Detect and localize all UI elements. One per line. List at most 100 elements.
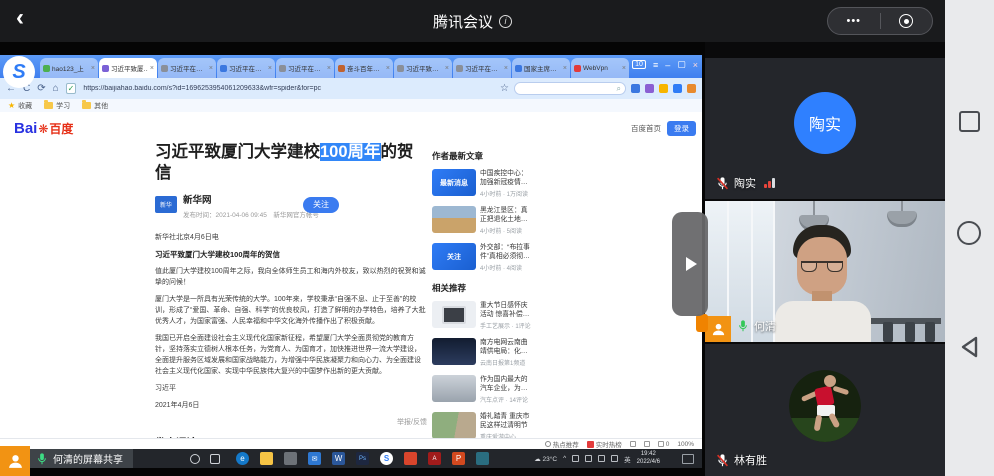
maximize-icon[interactable]: ▢ [677, 59, 686, 70]
sidebar-article[interactable]: 最新消息中国疾控中心：加强新冠疫情地区防人…4小时前 · 1万阅读 [432, 169, 534, 198]
sidebar-toggle-icon[interactable] [630, 441, 636, 447]
word-icon[interactable]: W [332, 452, 345, 465]
tab-count-badge[interactable]: 10 [632, 60, 646, 69]
photoshop-icon[interactable]: Ps [356, 452, 369, 465]
screenshot-icon[interactable] [673, 84, 682, 93]
zoom-level[interactable]: 100% [677, 441, 694, 448]
sidebar-article[interactable]: 婚礼踏青 重庆市民这样过清明节重庆爱游中心 [432, 412, 534, 438]
taskbar-clock[interactable]: 19:422022/4/6 [637, 451, 660, 466]
bookmark-favorites[interactable]: ★收藏 [8, 101, 32, 111]
tab-active-article[interactable]: 习近平致厦…× [99, 58, 157, 78]
tab-close-icon[interactable]: × [504, 65, 508, 72]
sidebar-article[interactable]: 作为国内最大的汽车企业，为什么这人…汽车点评 · 14评论 [432, 375, 534, 404]
bookmark-other-folder[interactable]: 其他 [82, 101, 108, 111]
site-safety-icon[interactable]: ✓ [66, 83, 77, 94]
home-icon[interactable] [957, 221, 981, 245]
sogou-taskbar-icon[interactable]: S [380, 452, 393, 465]
network-icon[interactable] [598, 455, 605, 462]
tab-article-6[interactable]: 奋斗百年…× [335, 58, 393, 78]
article-title: 黑龙江垦区：真正把退化土地增效益 [480, 206, 534, 224]
tab-article-8[interactable]: 习近平在…× [453, 58, 511, 78]
weather-temp[interactable]: ☁ 23°C [534, 455, 557, 463]
tab-close-icon[interactable]: × [268, 65, 272, 72]
tab-close-icon[interactable]: × [150, 65, 154, 72]
floating-widget[interactable] [696, 314, 708, 332]
reader-mode-icon[interactable] [644, 441, 650, 447]
sidebar-article[interactable]: 关注外交部：“布拉事件”真相必须彻查清…4小时前 · 4阅读 [432, 243, 534, 272]
tab-close-icon[interactable]: × [563, 65, 567, 72]
recents-icon[interactable] [959, 111, 980, 132]
tab-article-7[interactable]: 习近平致…× [394, 58, 452, 78]
tab-close-icon[interactable]: × [327, 65, 331, 72]
presenter-badge-icon [705, 316, 731, 342]
tab-close-icon[interactable]: × [622, 65, 626, 72]
cortana-search-icon[interactable] [190, 454, 200, 464]
toolbar-search-input[interactable]: ⌕ [514, 82, 626, 95]
tab-label: WebVpn [583, 65, 620, 72]
battery-icon[interactable] [585, 455, 592, 462]
mail-icon[interactable]: ✉ [308, 452, 321, 465]
show-desktop-icon[interactable] [682, 454, 694, 464]
tray-expand-icon[interactable]: ^ [563, 455, 566, 462]
bookmark-label: 学习 [56, 101, 70, 111]
tab-article-3[interactable]: 习近平在…× [158, 58, 216, 78]
hot-recommend-button[interactable]: 热点推荐 [545, 439, 579, 449]
baidu-logo[interactable]: Bai ❋ 百度 [14, 120, 73, 137]
bookmark-study-folder[interactable]: 学习 [44, 101, 70, 111]
sidebar-article[interactable]: 黑龙江垦区：真正把退化土地增效益4小时前 · 5阅读 [432, 206, 534, 235]
panel-expand-handle[interactable] [672, 212, 708, 316]
participant-tile-taoshi[interactable]: 陶实 陶实 [705, 58, 945, 199]
bookmark-star-icon[interactable]: ☆ [500, 83, 509, 94]
tab-label: hao123_上 [52, 63, 89, 73]
acrobat-icon[interactable]: A [428, 452, 441, 465]
login-button[interactable]: 登录 [667, 121, 696, 136]
task-view-icon[interactable] [210, 454, 220, 464]
follow-button[interactable]: 关注 [303, 197, 339, 213]
screen-share-toast: 何清的屏幕共享 [30, 449, 133, 468]
favorites-icon[interactable] [659, 84, 668, 93]
tab-article-5[interactable]: 习近平在…× [276, 58, 334, 78]
download-count[interactable]: 0 [658, 441, 670, 448]
teal-app-icon[interactable] [476, 452, 489, 465]
tab-article-4[interactable]: 习近平在…× [217, 58, 275, 78]
tab-webvpn[interactable]: WebVpn× [571, 58, 629, 78]
tab-close-icon[interactable]: × [386, 65, 390, 72]
file-explorer-icon[interactable] [260, 452, 273, 465]
baidu-home-link[interactable]: 百度首页 [631, 123, 661, 134]
info-icon[interactable]: i [499, 15, 512, 28]
mic-tray-icon[interactable] [572, 455, 579, 462]
sidebar-article[interactable]: 南方电网云南曲靖供电局：化片区…云南日报第1频道 [432, 338, 534, 367]
powerpoint-icon[interactable]: P [452, 452, 465, 465]
calculator-icon[interactable] [284, 452, 297, 465]
participant-tile-heqing[interactable]: 何清 [705, 201, 945, 342]
tab-article-9[interactable]: 国家主席…× [512, 58, 570, 78]
red-app-icon[interactable] [404, 452, 417, 465]
menu-icon[interactable]: ≡ [653, 60, 658, 70]
search-icon: ⌕ [617, 84, 621, 94]
report-feedback-link[interactable]: 举报/反馈 [155, 417, 427, 427]
download-icon[interactable] [687, 84, 696, 93]
input-language[interactable]: 英 [624, 454, 631, 464]
translate-icon[interactable] [631, 84, 640, 93]
volume-icon[interactable] [611, 455, 618, 462]
participant-tile-linyousheng[interactable]: 林有胜 [705, 344, 945, 476]
sogou-browser-logo[interactable]: S [3, 56, 35, 88]
home-button-icon[interactable]: ⌂ [53, 83, 59, 94]
address-bar-url[interactable]: https://baijiahao.baidu.com/s?id=1696253… [83, 85, 321, 92]
android-back-icon[interactable] [957, 334, 983, 365]
minimize-capsule-icon[interactable] [881, 14, 933, 28]
minimize-icon[interactable]: – [665, 60, 670, 70]
tab-hao123[interactable]: hao123_上× [40, 58, 98, 78]
source-name[interactable]: 新华网 [183, 196, 319, 207]
trending-button[interactable]: 实时热榜 [587, 439, 622, 449]
more-options-icon[interactable]: ••• [828, 15, 880, 27]
tab-close-icon[interactable]: × [209, 65, 213, 72]
tab-close-icon[interactable]: × [445, 65, 449, 72]
participant-name: 陶实 [734, 175, 756, 191]
sidebar-article[interactable]: 重大节日感怀庆活动 惊喜补偿等贺信…手工艺展示 · 1评论 [432, 301, 534, 330]
edge-icon[interactable]: e [236, 452, 249, 465]
extension-icon[interactable] [645, 84, 654, 93]
reload-icon[interactable]: ⟳ [37, 83, 45, 94]
close-window-icon[interactable]: × [693, 60, 698, 70]
tab-close-icon[interactable]: × [91, 65, 95, 72]
